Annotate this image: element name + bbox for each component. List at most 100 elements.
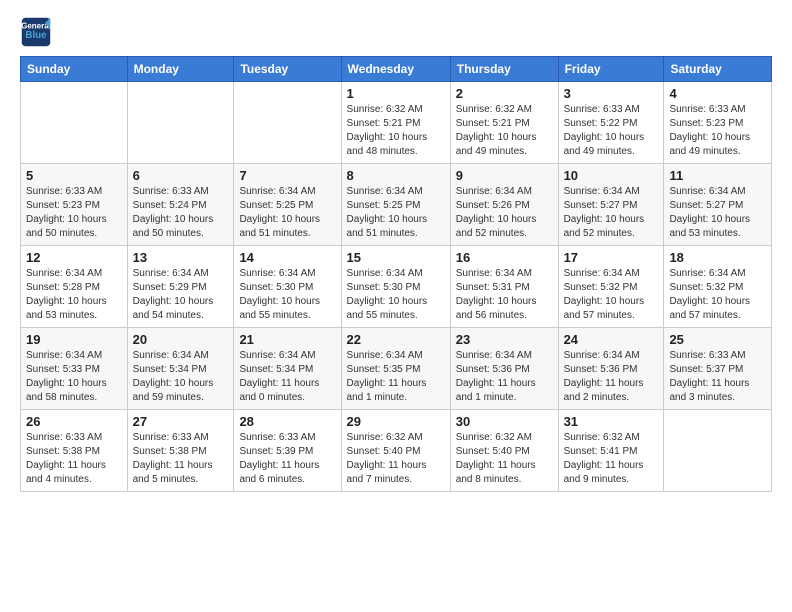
cell-info: Sunrise: 6:33 AMSunset: 5:38 PMDaylight:… [133, 431, 229, 487]
cell-info: Sunrise: 6:34 AMSunset: 5:32 PMDaylight:… [669, 267, 766, 323]
cell-info: Sunrise: 6:34 AMSunset: 5:29 PMDaylight:… [133, 267, 229, 323]
svg-text:Blue: Blue [25, 30, 47, 41]
day-number: 7 [239, 168, 335, 183]
calendar-cell: 12Sunrise: 6:34 AMSunset: 5:28 PMDayligh… [21, 246, 128, 328]
week-row-2: 5Sunrise: 6:33 AMSunset: 5:23 PMDaylight… [21, 164, 772, 246]
calendar-cell: 29 Sunrise: 6:32 AMSunset: 5:40 PMDayligh… [341, 410, 450, 492]
day-number: 21 [239, 332, 335, 347]
day-number: 10 [564, 168, 659, 183]
cell-info: Sunrise: 6:32 AMSunset: 5:40 PMDaylight:… [456, 431, 553, 487]
calendar-cell: 2 Sunrise: 6:32 AMSunset: 5:21 PMDaylight… [450, 82, 558, 164]
calendar-cell: 20 Sunrise: 6:34 AMSunset: 5:34 PMDayligh… [127, 328, 234, 410]
calendar-cell: 27 Sunrise: 6:33 AMSunset: 5:38 PMDayligh… [127, 410, 234, 492]
calendar-cell: 21 Sunrise: 6:34 AMSunset: 5:34 PMDayligh… [234, 328, 341, 410]
day-number: 22 [347, 332, 445, 347]
cell-info: Sunrise: 6:34 AMSunset: 5:26 PMDaylight:… [456, 185, 553, 241]
weekday-header-sunday: Sunday [21, 57, 128, 82]
week-row-4: 19 Sunrise: 6:34 AMSunset: 5:33 PMDayligh… [21, 328, 772, 410]
day-number: 28 [239, 414, 335, 429]
cell-info: Sunrise: 6:34 AMSunset: 5:25 PMDaylight:… [347, 185, 445, 241]
cell-info: Sunrise: 6:34 AMSunset: 5:31 PMDaylight:… [456, 267, 553, 323]
calendar-cell: 31Sunrise: 6:32 AMSunset: 5:41 PMDayligh… [558, 410, 664, 492]
calendar-cell: 24 Sunrise: 6:34 AMSunset: 5:36 PMDayligh… [558, 328, 664, 410]
day-number: 29 [347, 414, 445, 429]
day-number: 5 [26, 168, 122, 183]
calendar-cell: 18 Sunrise: 6:34 AMSunset: 5:32 PMDayligh… [664, 246, 772, 328]
calendar-header-row: SundayMondayTuesdayWednesdayThursdayFrid… [21, 57, 772, 82]
day-number: 19 [26, 332, 122, 347]
day-number: 2 [456, 86, 553, 101]
cell-info: Sunrise: 6:34 AMSunset: 5:36 PMDaylight:… [564, 349, 659, 405]
cell-info: Sunrise: 6:32 AMSunset: 5:21 PMDaylight:… [456, 103, 553, 159]
day-number: 1 [347, 86, 445, 101]
calendar-cell: 9 Sunrise: 6:34 AMSunset: 5:26 PMDaylight… [450, 164, 558, 246]
day-number: 12 [26, 250, 122, 265]
calendar-cell: 23 Sunrise: 6:34 AMSunset: 5:36 PMDayligh… [450, 328, 558, 410]
day-number: 24 [564, 332, 659, 347]
day-number: 16 [456, 250, 553, 265]
calendar-table: SundayMondayTuesdayWednesdayThursdayFrid… [20, 56, 772, 492]
weekday-header-thursday: Thursday [450, 57, 558, 82]
calendar-cell: 22 Sunrise: 6:34 AMSunset: 5:35 PMDayligh… [341, 328, 450, 410]
cell-info: Sunrise: 6:34 AMSunset: 5:30 PMDaylight:… [347, 267, 445, 323]
cell-info: Sunrise: 6:32 AMSunset: 5:40 PMDaylight:… [347, 431, 445, 487]
weekday-header-saturday: Saturday [664, 57, 772, 82]
calendar-cell: 7Sunrise: 6:34 AMSunset: 5:25 PMDaylight… [234, 164, 341, 246]
weekday-header-tuesday: Tuesday [234, 57, 341, 82]
day-number: 11 [669, 168, 766, 183]
cell-info: Sunrise: 6:34 AMSunset: 5:32 PMDaylight:… [564, 267, 659, 323]
cell-info: Sunrise: 6:33 AMSunset: 5:24 PMDaylight:… [133, 185, 229, 241]
day-number: 23 [456, 332, 553, 347]
calendar-cell: 25 Sunrise: 6:33 AMSunset: 5:37 PMDayligh… [664, 328, 772, 410]
week-row-5: 26 Sunrise: 6:33 AMSunset: 5:38 PMDayligh… [21, 410, 772, 492]
calendar-cell: 19 Sunrise: 6:34 AMSunset: 5:33 PMDayligh… [21, 328, 128, 410]
day-number: 8 [347, 168, 445, 183]
cell-info: Sunrise: 6:34 AMSunset: 5:27 PMDaylight:… [669, 185, 766, 241]
calendar-cell: 17 Sunrise: 6:34 AMSunset: 5:32 PMDayligh… [558, 246, 664, 328]
calendar-cell: 11 Sunrise: 6:34 AMSunset: 5:27 PMDayligh… [664, 164, 772, 246]
day-number: 9 [456, 168, 553, 183]
cell-info: Sunrise: 6:33 AMSunset: 5:23 PMDaylight:… [669, 103, 766, 159]
weekday-header-monday: Monday [127, 57, 234, 82]
cell-info: Sunrise: 6:33 AMSunset: 5:38 PMDaylight:… [26, 431, 122, 487]
logo-icon: General Blue [20, 16, 52, 48]
calendar-cell: 5Sunrise: 6:33 AMSunset: 5:23 PMDaylight… [21, 164, 128, 246]
day-number: 27 [133, 414, 229, 429]
cell-info: Sunrise: 6:33 AMSunset: 5:37 PMDaylight:… [669, 349, 766, 405]
week-row-3: 12Sunrise: 6:34 AMSunset: 5:28 PMDayligh… [21, 246, 772, 328]
cell-info: Sunrise: 6:34 AMSunset: 5:33 PMDaylight:… [26, 349, 122, 405]
week-row-1: 1 Sunrise: 6:32 AMSunset: 5:21 PMDaylight… [21, 82, 772, 164]
day-number: 30 [456, 414, 553, 429]
day-number: 4 [669, 86, 766, 101]
cell-info: Sunrise: 6:34 AMSunset: 5:27 PMDaylight:… [564, 185, 659, 241]
day-number: 20 [133, 332, 229, 347]
cell-info: Sunrise: 6:34 AMSunset: 5:35 PMDaylight:… [347, 349, 445, 405]
page-header: General Blue [20, 16, 772, 48]
calendar-cell: 14Sunrise: 6:34 AMSunset: 5:30 PMDayligh… [234, 246, 341, 328]
calendar-cell [21, 82, 128, 164]
day-number: 13 [133, 250, 229, 265]
calendar-cell: 30 Sunrise: 6:32 AMSunset: 5:40 PMDayligh… [450, 410, 558, 492]
calendar-cell: 13 Sunrise: 6:34 AMSunset: 5:29 PMDayligh… [127, 246, 234, 328]
calendar-cell: 16 Sunrise: 6:34 AMSunset: 5:31 PMDayligh… [450, 246, 558, 328]
calendar-cell: 26 Sunrise: 6:33 AMSunset: 5:38 PMDayligh… [21, 410, 128, 492]
cell-info: Sunrise: 6:33 AMSunset: 5:22 PMDaylight:… [564, 103, 659, 159]
calendar-cell: 28Sunrise: 6:33 AMSunset: 5:39 PMDayligh… [234, 410, 341, 492]
cell-info: Sunrise: 6:34 AMSunset: 5:36 PMDaylight:… [456, 349, 553, 405]
calendar-cell: 3Sunrise: 6:33 AMSunset: 5:22 PMDaylight… [558, 82, 664, 164]
day-number: 25 [669, 332, 766, 347]
calendar-cell: 10 Sunrise: 6:34 AMSunset: 5:27 PMDayligh… [558, 164, 664, 246]
day-number: 26 [26, 414, 122, 429]
day-number: 18 [669, 250, 766, 265]
calendar-cell [234, 82, 341, 164]
day-number: 15 [347, 250, 445, 265]
calendar-cell: 15 Sunrise: 6:34 AMSunset: 5:30 PMDayligh… [341, 246, 450, 328]
cell-info: Sunrise: 6:34 AMSunset: 5:34 PMDaylight:… [133, 349, 229, 405]
cell-info: Sunrise: 6:34 AMSunset: 5:34 PMDaylight:… [239, 349, 335, 405]
day-number: 17 [564, 250, 659, 265]
cell-info: Sunrise: 6:34 AMSunset: 5:30 PMDaylight:… [239, 267, 335, 323]
weekday-header-wednesday: Wednesday [341, 57, 450, 82]
calendar-cell: 1 Sunrise: 6:32 AMSunset: 5:21 PMDaylight… [341, 82, 450, 164]
day-number: 6 [133, 168, 229, 183]
cell-info: Sunrise: 6:32 AMSunset: 5:21 PMDaylight:… [347, 103, 445, 159]
